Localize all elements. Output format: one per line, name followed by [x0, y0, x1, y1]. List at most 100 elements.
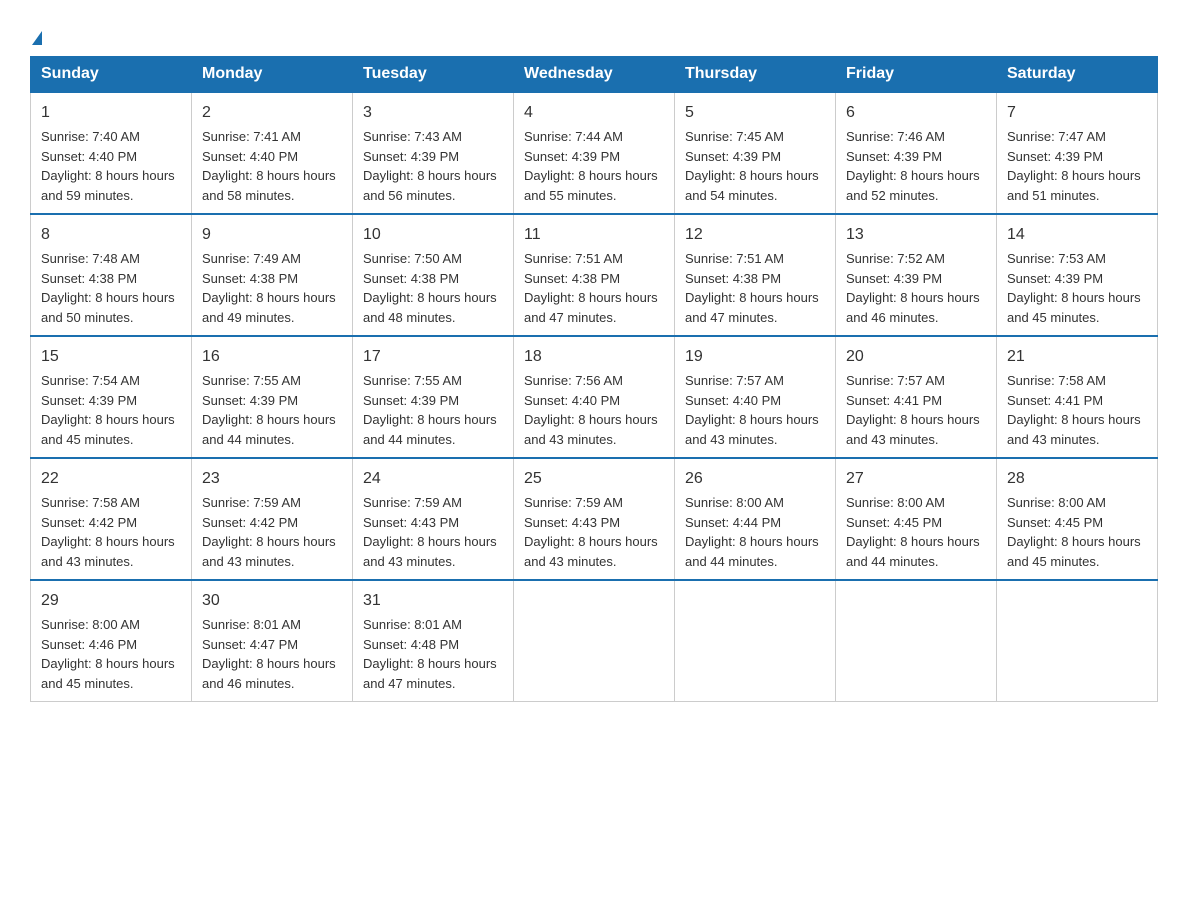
day-daylight-line1: Daylight: 8 hours hours: [524, 168, 658, 183]
day-daylight-line2: and 43 minutes.: [846, 432, 939, 447]
day-number: 11: [524, 223, 664, 247]
day-number: 25: [524, 467, 664, 491]
day-sunrise: Sunrise: 7:51 AM: [685, 251, 784, 266]
day-sunset: Sunset: 4:39 PM: [1007, 271, 1103, 286]
day-sunrise: Sunrise: 7:54 AM: [41, 373, 140, 388]
day-sunset: Sunset: 4:40 PM: [202, 149, 298, 164]
calendar-cell: 17 Sunrise: 7:55 AM Sunset: 4:39 PM Dayligh…: [353, 336, 514, 458]
day-daylight-line1: Daylight: 8 hours hours: [41, 656, 175, 671]
calendar-cell: 3Sunrise: 7:43 AMSunset: 4:39 PMDaylight…: [353, 92, 514, 214]
day-sunset: Sunset: 4:42 PM: [41, 515, 137, 530]
calendar-cell: 24Sunrise: 7:59 AMSunset: 4:43 PMDayligh…: [353, 458, 514, 580]
day-daylight-line1: Daylight: 8 hours hours: [202, 168, 336, 183]
day-daylight-line1: Daylight: 8 hours hours: [846, 534, 980, 549]
day-sunrise: Sunrise: 7:56 AM: [524, 373, 623, 388]
calendar-cell: 30Sunrise: 8:01 AMSunset: 4:47 PMDayligh…: [192, 580, 353, 702]
day-daylight-line1: Daylight: 8 hours hours: [846, 290, 980, 305]
day-number: 9: [202, 223, 342, 247]
calendar-cell: [997, 580, 1158, 702]
day-daylight-line2: and 50 minutes.: [41, 310, 134, 325]
day-daylight-line2: and 45 minutes.: [1007, 554, 1100, 569]
day-sunrise: Sunrise: 7:45 AM: [685, 129, 784, 144]
day-number: 20: [846, 345, 986, 369]
day-daylight-line1: Daylight: 8 hours hours: [524, 534, 658, 549]
day-number: 27: [846, 467, 986, 491]
calendar-week-row: 1Sunrise: 7:40 AMSunset: 4:40 PMDaylight…: [31, 92, 1158, 214]
calendar-table: SundayMondayTuesdayWednesdayThursdayFrid…: [30, 56, 1158, 702]
calendar-cell: 20Sunrise: 7:57 AMSunset: 4:41 PMDayligh…: [836, 336, 997, 458]
day-daylight-line2: and 47 minutes.: [685, 310, 778, 325]
day-daylight-line2: and 44 minutes.: [846, 554, 939, 569]
day-daylight-line1: Daylight: 8 hours hours: [685, 290, 819, 305]
day-daylight-line1: Daylight: 8 hours hours: [363, 412, 497, 427]
day-daylight-line2: and 44 minutes.: [202, 432, 295, 447]
calendar-cell: 7Sunrise: 7:47 AMSunset: 4:39 PMDaylight…: [997, 92, 1158, 214]
calendar-cell: 12Sunrise: 7:51 AMSunset: 4:38 PMDayligh…: [675, 214, 836, 336]
day-number: 4: [524, 101, 664, 125]
weekday-header-tuesday: Tuesday: [353, 57, 514, 93]
day-number: 18: [524, 345, 664, 369]
day-sunset: Sunset: 4:43 PM: [363, 515, 459, 530]
day-number: 21: [1007, 345, 1147, 369]
day-sunset: Sunset: 4:39 PM: [363, 393, 459, 408]
day-daylight-line2: and 43 minutes.: [202, 554, 295, 569]
day-sunrise: Sunrise: 7:57 AM: [846, 373, 945, 388]
day-sunset: Sunset: 4:47 PM: [202, 637, 298, 652]
day-number: 14: [1007, 223, 1147, 247]
day-daylight-line1: Daylight: 8 hours hours: [363, 534, 497, 549]
day-number: 1: [41, 101, 181, 125]
day-sunrise: Sunrise: 7:58 AM: [41, 495, 140, 510]
day-sunrise: Sunrise: 7:47 AM: [1007, 129, 1106, 144]
day-number: 5: [685, 101, 825, 125]
day-daylight-line2: and 58 minutes.: [202, 188, 295, 203]
day-sunrise: Sunrise: 7:46 AM: [846, 129, 945, 144]
day-daylight-line1: Daylight: 8 hours hours: [41, 290, 175, 305]
day-daylight-line2: and 56 minutes.: [363, 188, 456, 203]
day-sunrise: Sunrise: 7:58 AM: [1007, 373, 1106, 388]
weekday-header-row: SundayMondayTuesdayWednesdayThursdayFrid…: [31, 57, 1158, 93]
calendar-week-row: 29Sunrise: 8:00 AMSunset: 4:46 PMDayligh…: [31, 580, 1158, 702]
day-sunset: Sunset: 4:39 PM: [1007, 149, 1103, 164]
calendar-cell: 16Sunrise: 7:55 AMSunset: 4:39 PMDayligh…: [192, 336, 353, 458]
day-daylight-line1: Daylight: 8 hours hours: [202, 534, 336, 549]
weekday-header-friday: Friday: [836, 57, 997, 93]
day-number: 12: [685, 223, 825, 247]
calendar-cell: 18Sunrise: 7:56 AMSunset: 4:40 PMDayligh…: [514, 336, 675, 458]
day-daylight-line2: and 55 minutes.: [524, 188, 617, 203]
day-daylight-line2: and 54 minutes.: [685, 188, 778, 203]
calendar-cell: 2Sunrise: 7:41 AMSunset: 4:40 PMDaylight…: [192, 92, 353, 214]
day-number: 17: [363, 345, 503, 369]
day-daylight-line2: and 45 minutes.: [41, 676, 134, 691]
day-sunset: Sunset: 4:43 PM: [524, 515, 620, 530]
day-daylight-line1: Daylight: 8 hours hours: [524, 412, 658, 427]
day-sunrise: Sunrise: 7:59 AM: [524, 495, 623, 510]
day-sunrise: Sunrise: 7:53 AM: [1007, 251, 1106, 266]
day-sunrise: Sunrise: 8:00 AM: [1007, 495, 1106, 510]
day-sunrise: Sunrise: 7:59 AM: [363, 495, 462, 510]
day-daylight-line2: and 52 minutes.: [846, 188, 939, 203]
logo-triangle-icon: [32, 31, 42, 45]
day-number: 10: [363, 223, 503, 247]
day-number: 19: [685, 345, 825, 369]
calendar-cell: 31Sunrise: 8:01 AMSunset: 4:48 PMDayligh…: [353, 580, 514, 702]
calendar-cell: 15Sunrise: 7:54 AMSunset: 4:39 PMDayligh…: [31, 336, 192, 458]
day-number: 31: [363, 589, 503, 613]
day-daylight-line1: Daylight: 8 hours hours: [1007, 290, 1141, 305]
calendar-cell: 14 Sunrise: 7:53 AM Sunset: 4:39 PM Dayligh…: [997, 214, 1158, 336]
day-daylight-line1: Daylight: 8 hours hours: [202, 412, 336, 427]
day-sunset: Sunset: 4:45 PM: [846, 515, 942, 530]
weekday-header-sunday: Sunday: [31, 57, 192, 93]
day-sunrise: Sunrise: 8:00 AM: [846, 495, 945, 510]
day-sunset: Sunset: 4:42 PM: [202, 515, 298, 530]
calendar-cell: 11Sunrise: 7:51 AMSunset: 4:38 PMDayligh…: [514, 214, 675, 336]
day-sunrise: Sunrise: 7:55 AM: [363, 373, 462, 388]
day-sunrise: Sunrise: 7:44 AM: [524, 129, 623, 144]
day-daylight-line2: and 48 minutes.: [363, 310, 456, 325]
day-sunrise: Sunrise: 7:48 AM: [41, 251, 140, 266]
day-sunset: Sunset: 4:44 PM: [685, 515, 781, 530]
day-number: 3: [363, 101, 503, 125]
day-daylight-line1: Daylight: 8 hours hours: [363, 168, 497, 183]
day-sunset: Sunset: 4:38 PM: [524, 271, 620, 286]
day-sunset: Sunset: 4:40 PM: [41, 149, 137, 164]
day-sunset: Sunset: 4:45 PM: [1007, 515, 1103, 530]
